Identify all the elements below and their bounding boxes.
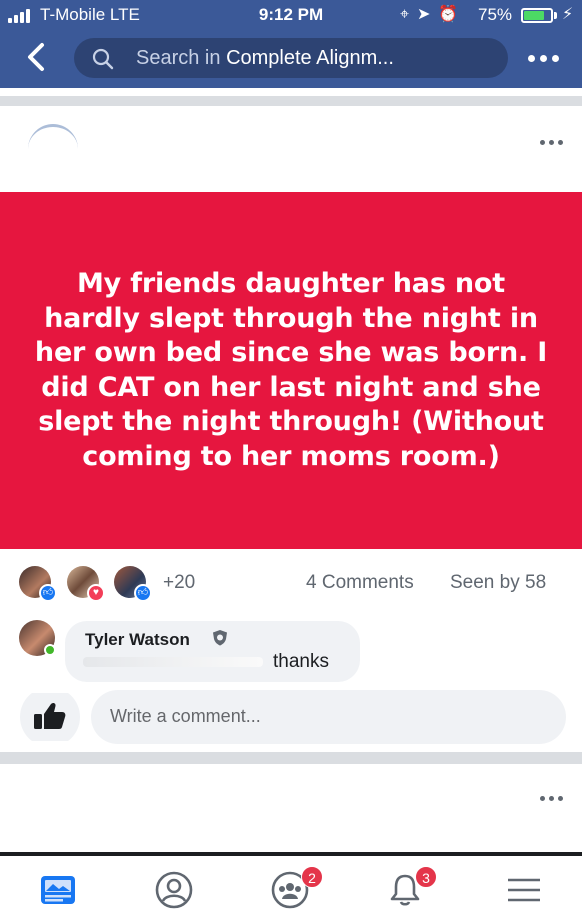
more-options-icon[interactable]: [528, 55, 559, 62]
feed-divider: [0, 96, 582, 106]
top-bar: T-Mobile LTE 9:12 PM ⌖➤⏰ 75% ⚡ Search in…: [0, 0, 582, 88]
like-reaction-icon: 👍︎: [134, 584, 152, 602]
comment-bubble[interactable]: Tyler Watson thanks: [65, 621, 360, 682]
write-comment-placeholder: Write a comment...: [110, 706, 261, 726]
seen-by-count[interactable]: Seen by 58: [450, 572, 546, 594]
battery-percent: 75%: [478, 5, 513, 24]
status-icons: ⌖➤⏰: [400, 4, 466, 24]
menu-hamburger-icon[interactable]: [504, 870, 544, 910]
feed-divider: [0, 752, 582, 764]
post-text: My friends daughter has not hardly slept…: [34, 268, 548, 472]
online-status-dot: [44, 644, 56, 656]
admin-shield-icon: [213, 630, 227, 646]
battery-tip: [554, 12, 557, 19]
profile-icon[interactable]: [154, 870, 194, 910]
like-button-icon[interactable]: [20, 693, 80, 741]
search-icon: [92, 48, 114, 70]
love-reaction-icon: ♥: [87, 584, 105, 602]
alarm-icon: ⏰: [438, 6, 467, 23]
battery-icon: [521, 8, 553, 23]
groups-badge: 2: [301, 866, 323, 888]
status-bar: T-Mobile LTE 9:12 PM ⌖➤⏰ 75% ⚡: [0, 0, 582, 30]
group-name: Complete Alignm...: [226, 47, 394, 69]
write-comment-input[interactable]: Write a comment...: [91, 690, 566, 744]
like-reaction-icon: 👍︎: [39, 584, 57, 602]
charging-icon: ⚡: [562, 6, 574, 23]
navigation-icon: ➤: [417, 6, 439, 23]
back-arrow-icon[interactable]: [22, 42, 52, 72]
comment-author[interactable]: Tyler Watson: [85, 630, 190, 650]
battery-level: [524, 11, 544, 20]
comment-text: thanks: [273, 651, 329, 672]
post-header: [0, 110, 582, 192]
post-background: My friends daughter has not hardly slept…: [0, 192, 582, 549]
redacted-mention: [83, 657, 263, 667]
post-options-icon[interactable]: [540, 140, 563, 145]
next-post-header: [0, 766, 582, 848]
author-avatar[interactable]: [28, 124, 78, 174]
comments-count[interactable]: 4 Comments: [306, 572, 414, 594]
bottom-tab-bar: 2 3: [0, 852, 582, 917]
group-search-bar[interactable]: Search in Complete Alignm...: [74, 38, 508, 78]
search-placeholder: Search in Complete Alignm...: [136, 47, 394, 69]
reaction-count: +20: [163, 572, 196, 593]
location-icon: ⌖: [400, 6, 418, 23]
post-options-icon[interactable]: [540, 796, 563, 801]
news-feed-icon[interactable]: [38, 870, 78, 910]
notifications-badge: 3: [415, 866, 437, 888]
reactions-row[interactable]: 👍︎ ♥ 👍︎ +20 4 Comments Seen by 58: [0, 560, 582, 606]
